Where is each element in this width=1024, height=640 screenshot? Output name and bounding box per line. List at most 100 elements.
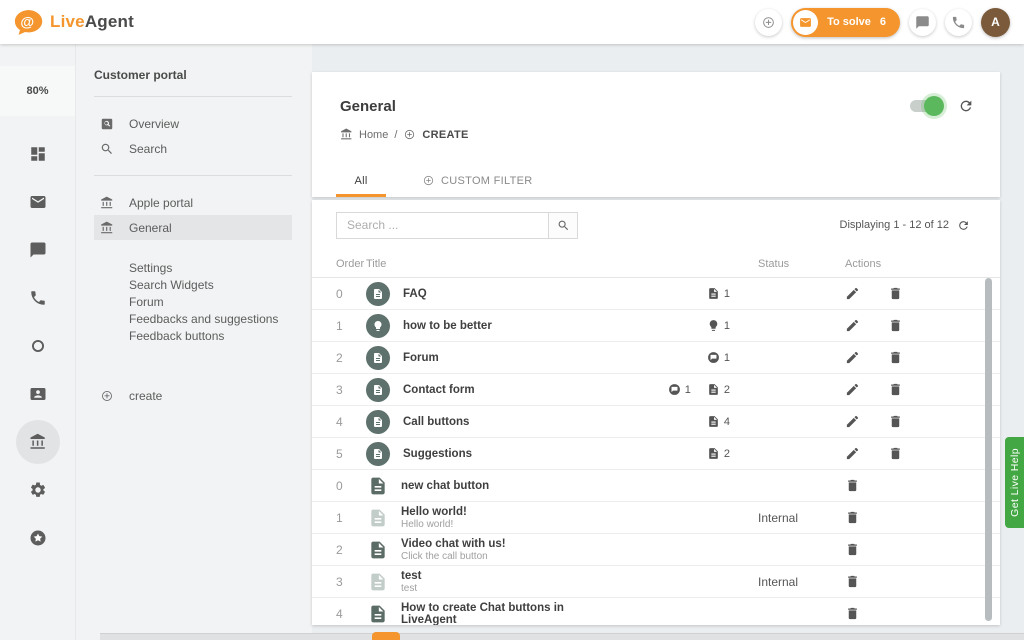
delete-icon[interactable]	[845, 606, 860, 621]
usage-indicator[interactable]: 80%	[0, 66, 75, 116]
rail-item-badges[interactable]	[16, 514, 60, 562]
row-title[interactable]: test	[401, 570, 421, 582]
tab-label: All	[354, 175, 367, 187]
sidebar-subitem-feedback-buttons[interactable]: Feedback buttons	[129, 328, 292, 345]
rail-item-contacts[interactable]	[16, 370, 60, 418]
article-row[interactable]: 4How to create Chat buttons in LiveAgent	[312, 598, 1000, 625]
row-title[interactable]: Forum	[403, 352, 439, 364]
edit-icon[interactable]	[845, 446, 860, 461]
row-title[interactable]: new chat button	[401, 480, 489, 492]
to-solve-button[interactable]: To solve 6	[791, 8, 900, 37]
category-row[interactable]: 3Contact form12	[312, 374, 1000, 406]
minimized-chat-bar[interactable]	[100, 633, 1024, 640]
lightbulb-icon	[372, 320, 384, 332]
category-row[interactable]: 2Forum1	[312, 342, 1000, 374]
breadcrumb-home[interactable]: Home	[359, 129, 388, 141]
article-row[interactable]: 2Video chat with us!Click the call butto…	[312, 534, 1000, 566]
divider	[94, 175, 292, 176]
page-title: General	[312, 72, 1000, 115]
sidebar-item-general[interactable]: General	[94, 215, 292, 240]
refresh-icon[interactable]	[957, 219, 970, 232]
delete-icon[interactable]	[888, 286, 903, 301]
get-live-help-button[interactable]: Get Live Help	[1005, 437, 1024, 528]
article-row[interactable]: 1Hello world!Hello world!Internal	[312, 502, 1000, 534]
status-count: 2	[707, 447, 730, 460]
row-title[interactable]: how to be better	[403, 320, 492, 332]
tab-custom-filter[interactable]: CUSTOM FILTER	[416, 174, 539, 197]
chat-widget-stub[interactable]	[372, 632, 400, 640]
sidebar-subitem-forum[interactable]: Forum	[129, 294, 292, 311]
lightbulb-icon	[707, 319, 720, 332]
row-order: 0	[336, 479, 366, 493]
delete-icon[interactable]	[845, 574, 860, 589]
refresh-icon[interactable]	[958, 98, 974, 114]
calls-button[interactable]	[945, 9, 972, 36]
row-order: 0	[336, 287, 366, 301]
breadcrumb-create[interactable]: CREATE	[422, 129, 468, 141]
edit-icon[interactable]	[845, 318, 860, 333]
gear-icon	[29, 481, 47, 499]
chats-button[interactable]	[909, 9, 936, 36]
tab-all[interactable]: All	[336, 175, 386, 197]
delete-icon[interactable]	[845, 478, 860, 493]
rail-item-chats[interactable]	[16, 226, 60, 274]
sidebar-item-apple-portal[interactable]: Apple portal	[94, 190, 292, 215]
sidebar-subitem-settings[interactable]: Settings	[129, 260, 292, 277]
rail-item-settings[interactable]	[16, 466, 60, 514]
divider	[94, 96, 292, 97]
row-subtitle: Click the call button	[401, 551, 506, 562]
status-count: 1	[707, 351, 730, 364]
category-row[interactable]: 0FAQ1	[312, 278, 1000, 310]
rail-item-history[interactable]	[16, 322, 60, 370]
row-order: 1	[336, 511, 366, 525]
search-button[interactable]	[548, 212, 578, 239]
status-count: 2	[707, 383, 730, 396]
sidebar-create-button[interactable]: create	[94, 383, 292, 408]
delete-icon[interactable]	[888, 318, 903, 333]
liveagent-logo: @ LiveAgent	[14, 9, 134, 36]
sidebar-item-label: General	[129, 221, 172, 235]
search-input[interactable]	[336, 212, 548, 239]
edit-icon[interactable]	[845, 382, 860, 397]
phone-icon	[29, 289, 47, 307]
delete-icon[interactable]	[888, 414, 903, 429]
avatar[interactable]: A	[981, 8, 1010, 37]
rail-item-customer-portal[interactable]	[16, 420, 60, 464]
row-subtitle: test	[401, 583, 421, 594]
delete-icon[interactable]	[888, 350, 903, 365]
row-title[interactable]: Call buttons	[403, 416, 469, 428]
row-title[interactable]: Video chat with us!	[401, 538, 506, 550]
rail-item-tickets[interactable]	[16, 178, 60, 226]
dashboard-icon	[29, 145, 47, 163]
delete-icon[interactable]	[845, 510, 860, 525]
sidebar-subitem-search-widgets[interactable]: Search Widgets	[129, 277, 292, 294]
row-title[interactable]: Suggestions	[403, 448, 472, 460]
row-title[interactable]: Contact form	[403, 384, 475, 396]
portal-enabled-toggle[interactable]	[910, 100, 940, 112]
delete-icon[interactable]	[845, 542, 860, 557]
edit-icon[interactable]	[845, 350, 860, 365]
article-icon	[368, 540, 388, 560]
sidebar-item-search[interactable]: Search	[94, 136, 292, 161]
new-item-button[interactable]	[755, 9, 782, 36]
edit-icon[interactable]	[845, 414, 860, 429]
category-row[interactable]: 4Call buttons4	[312, 406, 1000, 438]
article-row[interactable]: 3testtestInternal	[312, 566, 1000, 598]
category-row[interactable]: 1how to be better1	[312, 310, 1000, 342]
article-icon	[372, 384, 384, 396]
delete-icon[interactable]	[888, 446, 903, 461]
rail-item-calls[interactable]	[16, 274, 60, 322]
edit-icon[interactable]	[845, 286, 860, 301]
row-title[interactable]: FAQ	[403, 288, 427, 300]
row-title[interactable]: Hello world!	[401, 506, 467, 518]
row-title[interactable]: How to create Chat buttons in LiveAgent	[401, 602, 620, 626]
article-row[interactable]: 0 new chat button	[312, 470, 1000, 502]
scrollbar[interactable]	[985, 278, 992, 621]
sidebar-item-overview[interactable]: Overview	[94, 111, 292, 136]
delete-icon[interactable]	[888, 382, 903, 397]
plus-circle-icon	[100, 389, 114, 403]
table-header: Order Title Status Actions	[312, 250, 1000, 278]
sidebar-subitem-feedbacks-and-suggestions[interactable]: Feedbacks and suggestions	[129, 311, 292, 328]
rail-item-dashboard[interactable]	[16, 130, 60, 178]
category-row[interactable]: 5Suggestions2	[312, 438, 1000, 470]
